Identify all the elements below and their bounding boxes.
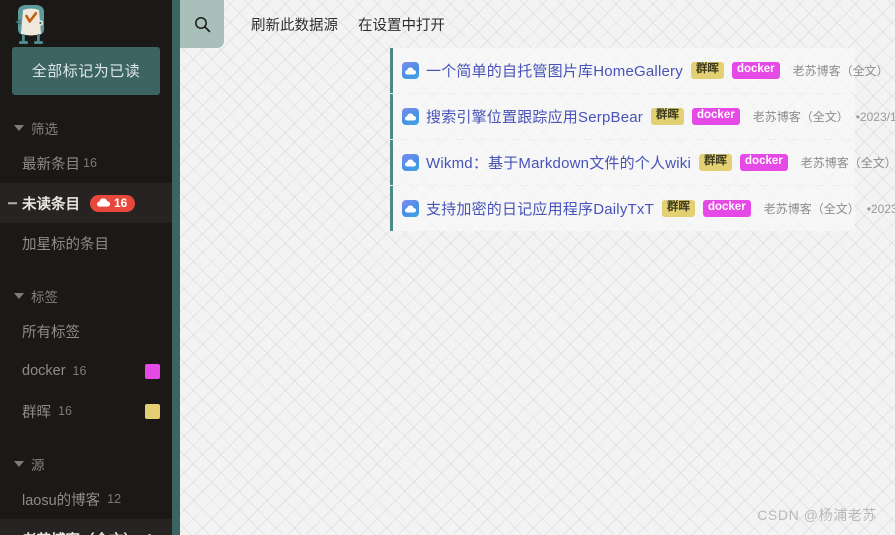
sidebar-item-all-tags[interactable]: 所有标签 [0,311,172,351]
sidebar-item-source-laosu-full[interactable]: 老苏博客（全文） 4 [0,519,172,535]
logo-container [0,0,172,44]
sidebar-item-tag-docker[interactable]: docker 16 [0,351,172,391]
sidebar-item-starred[interactable]: 加星标的条目 [0,223,172,263]
sidebar-item-count: 16 [83,156,97,170]
entry-tag[interactable]: docker [691,108,740,125]
entry-list: 一个简单的自托管图片库HomeGallery 群晖 docker 老苏博客（全文… [390,48,895,232]
group-title-filters: 筛选 [31,122,58,137]
sidebar-item-source-laosu[interactable]: laosu的博客 12 [0,479,172,519]
unread-count-badge: 16 [90,194,136,212]
group-header-filters[interactable]: 筛选 [0,113,172,143]
group-title-sources: 源 [31,458,45,473]
toolbar: 刷新此数据源 在设置中打开 [180,0,895,48]
entry-source: 老苏博客（全文） [752,110,849,124]
group-title-tags: 标签 [31,290,58,305]
sidebar-item-label: 加星标的条目 [22,236,109,253]
entry-tag[interactable]: docker [740,154,788,171]
toolbar-actions: 刷新此数据源 在设置中打开 [251,14,445,35]
unread-count-value: 16 [114,195,128,210]
entry-source: 老苏博客（全文） [792,64,889,78]
entry-tag[interactable]: 群晖 [699,154,733,171]
open-in-settings-button[interactable]: 在设置中打开 [358,14,445,35]
search-icon [194,16,210,32]
watermark: CSDN @杨浦老苏 [757,507,877,523]
entry-source: 老苏博客（全文） [800,156,895,170]
entry-tag[interactable]: 群晖 [661,200,695,217]
caret-down-icon[interactable] [14,293,24,299]
caret-down-icon[interactable] [14,125,24,131]
sidebar-item-label: 群晖 [22,404,51,421]
caret-down-icon[interactable] [14,461,24,467]
sidebar-item-latest[interactable]: 最新条目 16 [0,143,172,183]
sidebar: 全部标记为已读 筛选 最新条目 16 未读条目 16 加星标的条目 标签 所有标… [0,0,172,535]
group-header-sources[interactable]: 源 [0,449,172,479]
sidebar-item-label: laosu的博客 [22,492,101,509]
entry-tag[interactable]: 群晖 [650,108,684,125]
sidebar-item-count: 16 [58,404,72,418]
entry-title[interactable]: Wikmd：基于Markdown文件的个人wiki [426,152,691,173]
entry-source: 老苏博客（全文） [763,202,860,216]
tag-color-swatch-qunhui [145,403,160,419]
tag-color-swatch-docker [145,363,160,379]
sidebar-item-unread[interactable]: 未读条目 16 [0,183,172,223]
entry-row[interactable]: 支持加密的日记应用程序DailyTxT 群晖 docker 老苏博客（全文） •… [390,186,895,231]
entry-tag[interactable]: 群晖 [690,62,724,79]
entry-row[interactable]: 一个简单的自托管图片库HomeGallery 群晖 docker 老苏博客（全文… [390,48,889,93]
cloud-favicon-icon [402,108,419,125]
sidebar-item-label: 未读条目 [22,196,80,213]
entry-title[interactable]: 搜索引擎位置跟踪应用SerpBear [426,106,643,127]
entry-date: •2023/1/25 10:30:00 [855,109,895,124]
entry-title[interactable]: 一个简单的自托管图片库HomeGallery [426,60,683,81]
mark-all-read-button[interactable]: 全部标记为已读 [12,47,160,95]
sidebar-item-label: docker [22,363,66,379]
cloud-icon [97,198,110,207]
sidebar-item-count: 16 [72,364,87,378]
main-content: 刷新此数据源 在设置中打开 一个简单的自托管图片库HomeGallery 群晖 … [172,0,895,535]
entry-tag[interactable]: docker [731,62,780,79]
sidebar-item-label: 最新条目 [22,156,80,173]
entry-title[interactable]: 支持加密的日记应用程序DailyTxT [426,198,654,219]
refresh-feed-button[interactable]: 刷新此数据源 [251,14,338,35]
cloud-favicon-icon [402,62,419,79]
cloud-favicon-icon [402,154,419,171]
entry-tag[interactable]: docker [702,200,751,217]
sidebar-item-count: 12 [107,492,122,506]
search-button[interactable] [180,0,224,48]
robot-logo-icon [15,5,44,44]
sidebar-item-tag-qunhui[interactable]: 群晖 16 [0,391,172,431]
sidebar-item-label: 老苏博客（全文） [22,529,138,535]
accent-strip [172,0,180,535]
entry-row[interactable]: Wikmd：基于Markdown文件的个人wiki 群晖 docker 老苏博客… [390,140,895,185]
entry-date: •2023/1/20 10:15:00 [866,201,895,216]
sidebar-item-label: 所有标签 [22,324,80,341]
cloud-favicon-icon [402,200,419,217]
entry-row[interactable]: 搜索引擎位置跟踪应用SerpBear 群晖 docker 老苏博客（全文） •2… [390,94,895,139]
group-header-tags[interactable]: 标签 [0,281,172,311]
